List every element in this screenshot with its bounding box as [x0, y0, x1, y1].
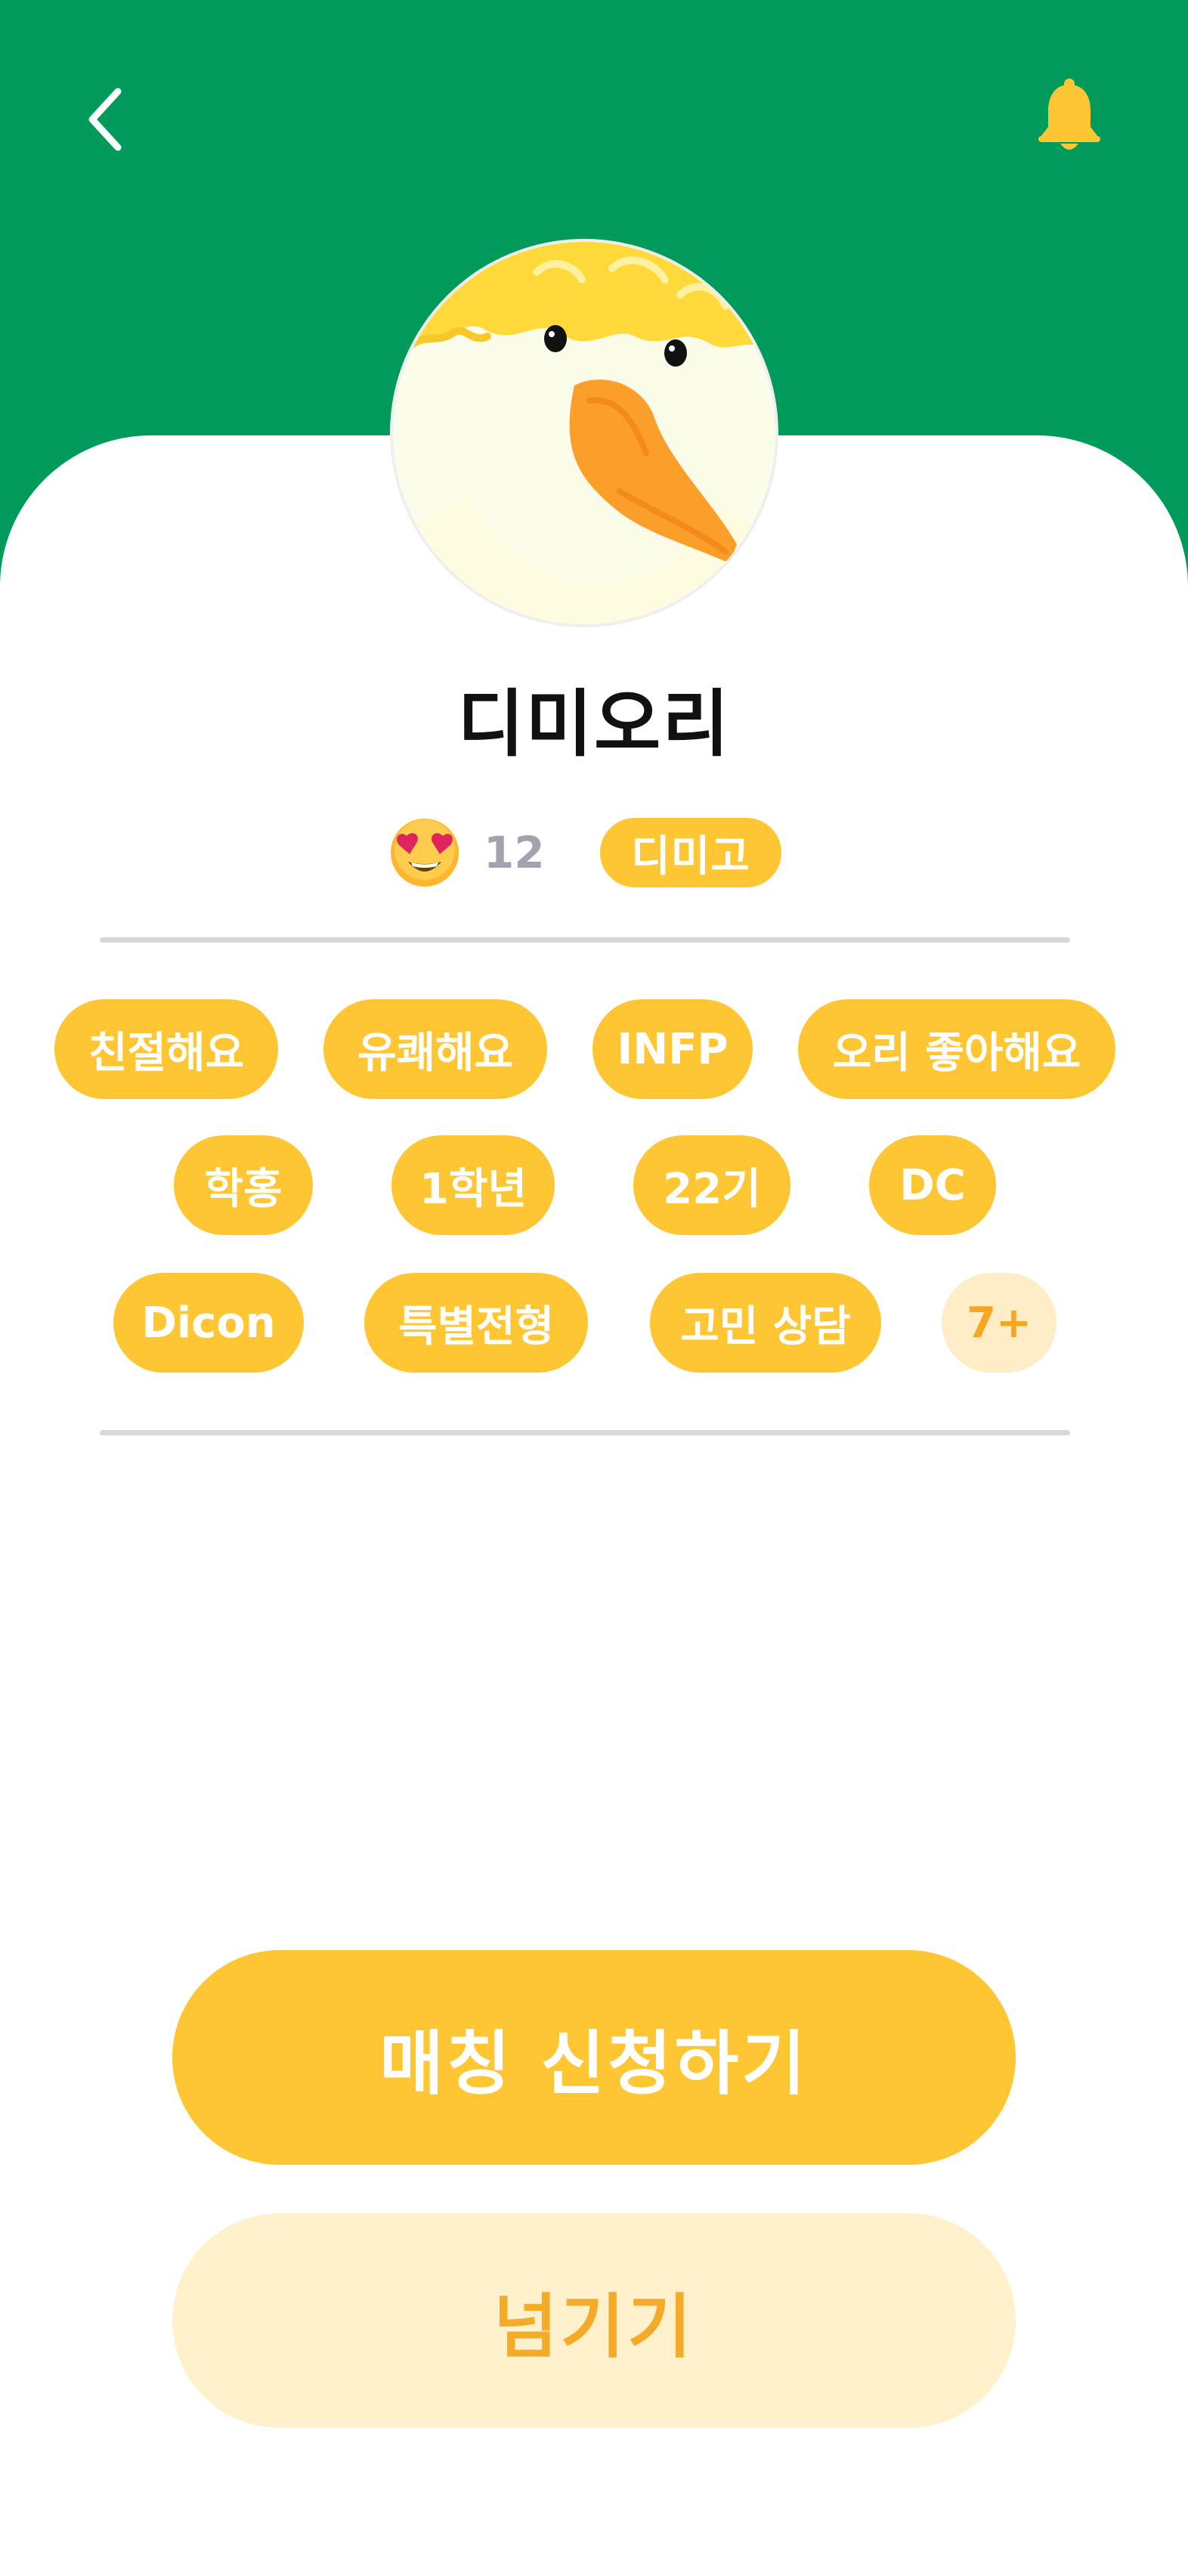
notification-button[interactable] [1028, 73, 1111, 163]
chevron-left-icon [83, 85, 128, 156]
tag-chip[interactable]: 고민 상담 [650, 1273, 881, 1373]
profile-meta-row: 12 디미고 [0, 816, 1188, 892]
divider [100, 937, 1070, 943]
tag-chip[interactable]: 오리 좋아해요 [798, 999, 1115, 1099]
more-tags-badge[interactable]: 7+ [942, 1273, 1057, 1373]
tag-chip[interactable]: Dicon [113, 1273, 304, 1373]
skip-button[interactable]: 넘기기 [172, 2213, 1016, 2428]
tag-chip[interactable]: 학홍 [174, 1135, 313, 1235]
school-badge: 디미고 [600, 818, 781, 887]
profile-name: 디미오리 [457, 682, 731, 766]
tag-chip[interactable]: 22기 [633, 1135, 790, 1235]
tag-chip[interactable]: DC [869, 1135, 996, 1235]
divider [100, 1430, 1070, 1435]
profile-avatar [393, 242, 775, 624]
duck-avatar [393, 242, 775, 624]
match-request-button[interactable]: 매칭 신청하기 [172, 1950, 1016, 2165]
tag-chip[interactable]: 특별전형 [364, 1273, 588, 1373]
heart-eyes-emoji-icon [388, 816, 461, 889]
tag-chip[interactable]: 1학년 [391, 1135, 555, 1235]
bell-icon [1037, 77, 1102, 159]
tag-chip[interactable]: 유쾌해요 [323, 999, 547, 1099]
back-button[interactable] [60, 76, 151, 166]
like-count: 12 [484, 827, 545, 878]
tag-chip[interactable]: 친절해요 [54, 999, 278, 1099]
tag-chip[interactable]: INFP [592, 999, 753, 1099]
